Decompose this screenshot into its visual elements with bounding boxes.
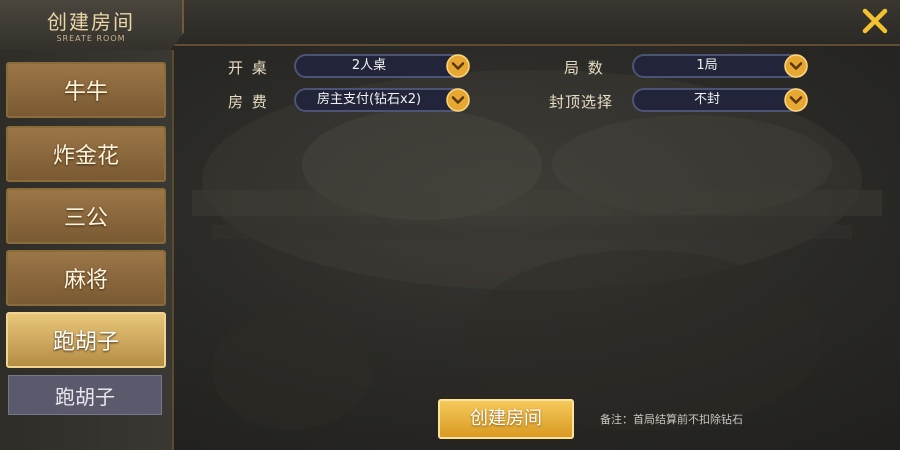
cap-label: 封顶选择: [549, 93, 614, 111]
fee-select[interactable]: 房主支付(钻石x2): [294, 88, 470, 112]
cap-select[interactable]: 不封: [632, 88, 808, 112]
cap-select-value: 不封: [693, 92, 720, 107]
dialog-subtitle: SREATE ROOM: [56, 34, 126, 43]
subtab-label: 跑胡子: [55, 384, 115, 409]
table-select-value: 2人桌: [351, 58, 387, 73]
chevron-down-icon: [446, 88, 470, 112]
fee-label: 房 费: [228, 93, 269, 111]
close-icon: [862, 8, 888, 34]
chevron-down-icon: [784, 88, 808, 112]
tab-label: 跑胡子: [52, 330, 119, 355]
tab-label: 炸金花: [52, 144, 119, 169]
rounds-label: 局 数: [564, 59, 605, 77]
dialog-title: 创建房间: [47, 10, 135, 34]
tab-sangong[interactable]: 三公: [6, 188, 166, 244]
create-room-button[interactable]: 创建房间: [438, 399, 574, 439]
rounds-select[interactable]: 1局: [632, 54, 808, 78]
rounds-select-value: 1局: [696, 58, 718, 73]
tab-niuniu[interactable]: 牛牛: [6, 62, 166, 118]
tab-label: 麻将: [63, 268, 108, 293]
fee-select-value: 房主支付(钻石x2): [316, 92, 422, 107]
game-sidebar: 牛牛 炸金花 三公 麻将 跑胡子 跑胡子: [0, 50, 174, 450]
subtab-paohuzi[interactable]: 跑胡子: [8, 375, 162, 415]
footer-note: 备注：首局结算前不扣除钻石: [600, 413, 743, 426]
table-select[interactable]: 2人桌: [294, 54, 470, 78]
tab-paohuzi[interactable]: 跑胡子: [6, 312, 166, 368]
chevron-down-icon: [784, 54, 808, 78]
tab-label: 三公: [63, 206, 108, 231]
table-label: 开 桌: [228, 59, 269, 77]
create-room-dialog: 创建房间 SREATE ROOM 牛牛 炸金花 三公 麻将 跑胡子 跑胡子 开 …: [0, 0, 900, 450]
tab-label: 牛牛: [63, 80, 108, 105]
tab-zhajinhua[interactable]: 炸金花: [6, 126, 166, 182]
close-button[interactable]: [860, 6, 890, 36]
tab-majiang[interactable]: 麻将: [6, 250, 166, 306]
chevron-down-icon: [446, 54, 470, 78]
